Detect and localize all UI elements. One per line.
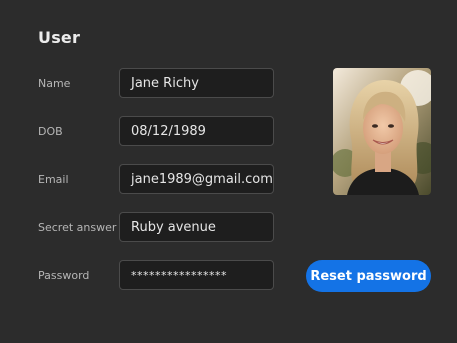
secret-answer-label: Secret answer bbox=[38, 221, 117, 234]
reset-password-button[interactable]: Reset password bbox=[306, 260, 431, 292]
email-field[interactable]: jane1989@gmail.com bbox=[119, 164, 274, 194]
form-title: User bbox=[38, 28, 81, 47]
password-field[interactable]: **************** bbox=[119, 260, 274, 290]
secret-answer-field[interactable]: Ruby avenue bbox=[119, 212, 274, 242]
dob-label: DOB bbox=[38, 125, 63, 138]
email-label: Email bbox=[38, 173, 69, 186]
profile-photo bbox=[333, 68, 431, 195]
password-label: Password bbox=[38, 269, 90, 282]
name-field[interactable]: Jane Richy bbox=[119, 68, 274, 98]
name-label: Name bbox=[38, 77, 71, 90]
dob-field[interactable]: 08/12/1989 bbox=[119, 116, 274, 146]
